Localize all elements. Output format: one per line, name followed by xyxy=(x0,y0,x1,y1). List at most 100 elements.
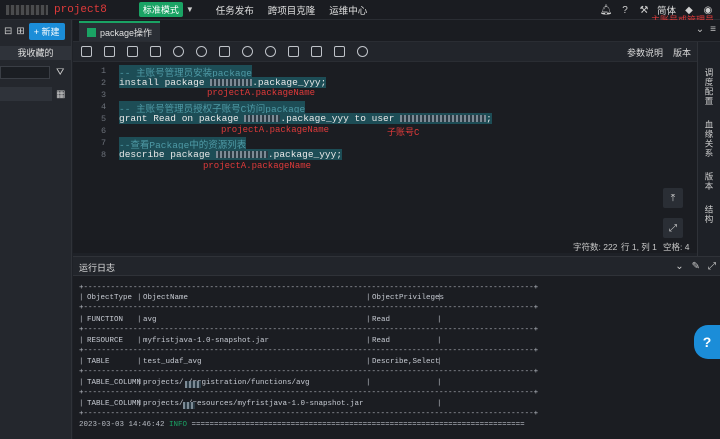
table-border: | xyxy=(79,337,84,345)
upload-icon[interactable] xyxy=(150,46,161,57)
pin-icon[interactable]: ✎ xyxy=(692,261,700,272)
annotation-package: projectA.packageName xyxy=(207,88,316,98)
table-border: | xyxy=(437,400,442,408)
line-number: 7 xyxy=(101,138,107,148)
cell-type: TABLE xyxy=(87,358,110,366)
help-float-button[interactable]: ? xyxy=(694,325,720,359)
status-bar: 字符数: 222 行 1, 列 1 空格: 4 xyxy=(73,240,697,253)
save-icon[interactable] xyxy=(81,46,92,57)
grid-icon[interactable]: ▦ xyxy=(56,89,65,100)
table-border: | xyxy=(366,294,371,302)
help-icon[interactable]: ? xyxy=(619,4,631,16)
link-icon[interactable] xyxy=(357,46,368,57)
cell-type: FUNCTION xyxy=(87,316,124,324)
chevron-down-icon[interactable]: ▼ xyxy=(186,5,194,14)
tab-run-log[interactable]: 运行日志 xyxy=(79,261,116,277)
menu-icon[interactable]: ≡ xyxy=(710,24,716,35)
table-border: | xyxy=(137,400,142,408)
favorites-header[interactable]: 我收藏的 xyxy=(0,46,71,60)
cell-privileges: Read xyxy=(372,337,391,345)
tab-bar: package操作 ⌄ ≡ xyxy=(73,20,720,42)
redacted-project xyxy=(244,114,281,122)
table-border: | xyxy=(366,316,371,324)
header-object-name: ObjectName xyxy=(143,294,189,302)
run-params-icon[interactable] xyxy=(219,46,230,57)
deploy-icon[interactable] xyxy=(334,46,345,57)
annotation-subaccount: 子账号C xyxy=(387,128,420,138)
header-object-type: ObjectType xyxy=(87,294,133,302)
line-number: 6 xyxy=(101,126,107,136)
table-border: | xyxy=(366,337,371,345)
sql-file-icon xyxy=(87,27,96,37)
table-border: +---------------------------------------… xyxy=(79,410,539,418)
indent-spaces: 空格: 4 xyxy=(663,242,690,252)
filter-icon[interactable]: ⛛ xyxy=(56,67,64,78)
list-icon[interactable] xyxy=(288,46,299,57)
tab-dropdown-icon[interactable]: ⌄ xyxy=(696,24,704,35)
log-level: INFO xyxy=(169,421,188,429)
nav-task-publish[interactable]: 任务发布 xyxy=(216,3,254,17)
right-rail: 调度配置 血缘关系 版本 结构 xyxy=(697,42,720,258)
code-to-user: .package_yyy to user xyxy=(280,113,401,124)
reload-icon[interactable] xyxy=(265,46,276,57)
code-install: install package xyxy=(119,77,211,88)
run-icon[interactable] xyxy=(196,46,207,57)
table-border: | xyxy=(437,358,442,366)
mode-badge[interactable]: 标准模式 xyxy=(138,2,183,17)
new-button[interactable]: + 新建 xyxy=(28,22,65,40)
log-footer: 2023-03-03 14:46:42 INFO ===============… xyxy=(79,421,525,429)
left-search-input[interactable] xyxy=(0,66,50,79)
code-editor[interactable]: 1 2 3 4 5 6 7 8 -- 主账号管理员安装package insta… xyxy=(73,62,697,240)
params-help-button[interactable]: 参数说明 xyxy=(627,46,663,59)
tab-label: package操作 xyxy=(100,27,153,38)
table-border: | xyxy=(137,337,142,345)
rail-version[interactable]: 版本 xyxy=(703,172,715,191)
rail-structure[interactable]: 结构 xyxy=(703,205,715,224)
rail-lineage[interactable]: 血缘关系 xyxy=(703,120,715,158)
collapse-icon[interactable]: ⊟ xyxy=(4,26,12,37)
table-border: | xyxy=(79,379,84,387)
char-count: 字符数: 222 xyxy=(573,242,618,252)
line-gutter: 1 2 3 4 5 6 7 8 xyxy=(73,62,115,240)
scroll-top-icon[interactable]: ⤒ xyxy=(663,188,683,208)
cost-icon[interactable] xyxy=(173,46,184,57)
project-name[interactable]: project8 xyxy=(54,4,107,16)
editor-toolbar: 参数说明 版本 xyxy=(73,42,697,62)
tree-row[interactable] xyxy=(0,87,52,101)
expand-icon[interactable]: ⤢ xyxy=(708,261,716,272)
top-nav: 任务发布 跨项目克隆 运维中心 xyxy=(216,3,368,17)
line-number: 2 xyxy=(101,78,107,88)
table-border: | xyxy=(137,316,142,324)
nav-ops-center[interactable]: 运维中心 xyxy=(329,3,367,17)
bell-icon[interactable]: 🔔︎ xyxy=(600,4,613,16)
grid-toggle-icon[interactable] xyxy=(104,46,115,57)
cell-privileges: Describe,Select xyxy=(372,358,440,366)
table-border: +---------------------------------------… xyxy=(79,347,539,355)
table-border: | xyxy=(437,337,442,345)
line-number: 4 xyxy=(101,102,107,112)
table-border: | xyxy=(137,379,142,387)
fullscreen-icon[interactable]: ⤢ xyxy=(663,218,683,238)
rail-schedule[interactable]: 调度配置 xyxy=(703,68,715,106)
nav-cross-project-clone[interactable]: 跨项目克隆 xyxy=(268,3,316,17)
wrench-icon[interactable]: ⚒ xyxy=(638,4,650,16)
collapse-log-icon[interactable]: ⌄ xyxy=(675,261,683,272)
tab-package[interactable]: package操作 xyxy=(79,21,161,41)
line-number: 3 xyxy=(101,90,107,100)
table-border: +---------------------------------------… xyxy=(79,284,539,292)
line-number: 5 xyxy=(101,114,107,124)
table-border: | xyxy=(137,294,142,302)
table-icon[interactable] xyxy=(311,46,322,57)
cell-name: projects/ /resources/myfristjava-1.0-sna… xyxy=(143,400,364,408)
format-icon[interactable] xyxy=(127,46,138,57)
left-panel: ⊟ ⊞ + 新建 我收藏的 ⛛ ▦ xyxy=(0,20,72,439)
table-border: | xyxy=(79,316,84,324)
versions-button[interactable]: 版本 xyxy=(673,46,691,59)
table-border: | xyxy=(79,358,84,366)
top-bar: project8 标准模式 ▼ 任务发布 跨项目克隆 运维中心 🔔︎ ? ⚒ 简… xyxy=(0,0,720,25)
log-header: 运行日志 ⌄ ✎ ⤢ xyxy=(73,256,720,277)
folder-icon[interactable]: ⊞ xyxy=(16,26,24,37)
cell-name: test_udaf_avg xyxy=(143,358,202,366)
stop-icon[interactable] xyxy=(242,46,253,57)
code-grant: grant Read on package xyxy=(119,113,245,124)
